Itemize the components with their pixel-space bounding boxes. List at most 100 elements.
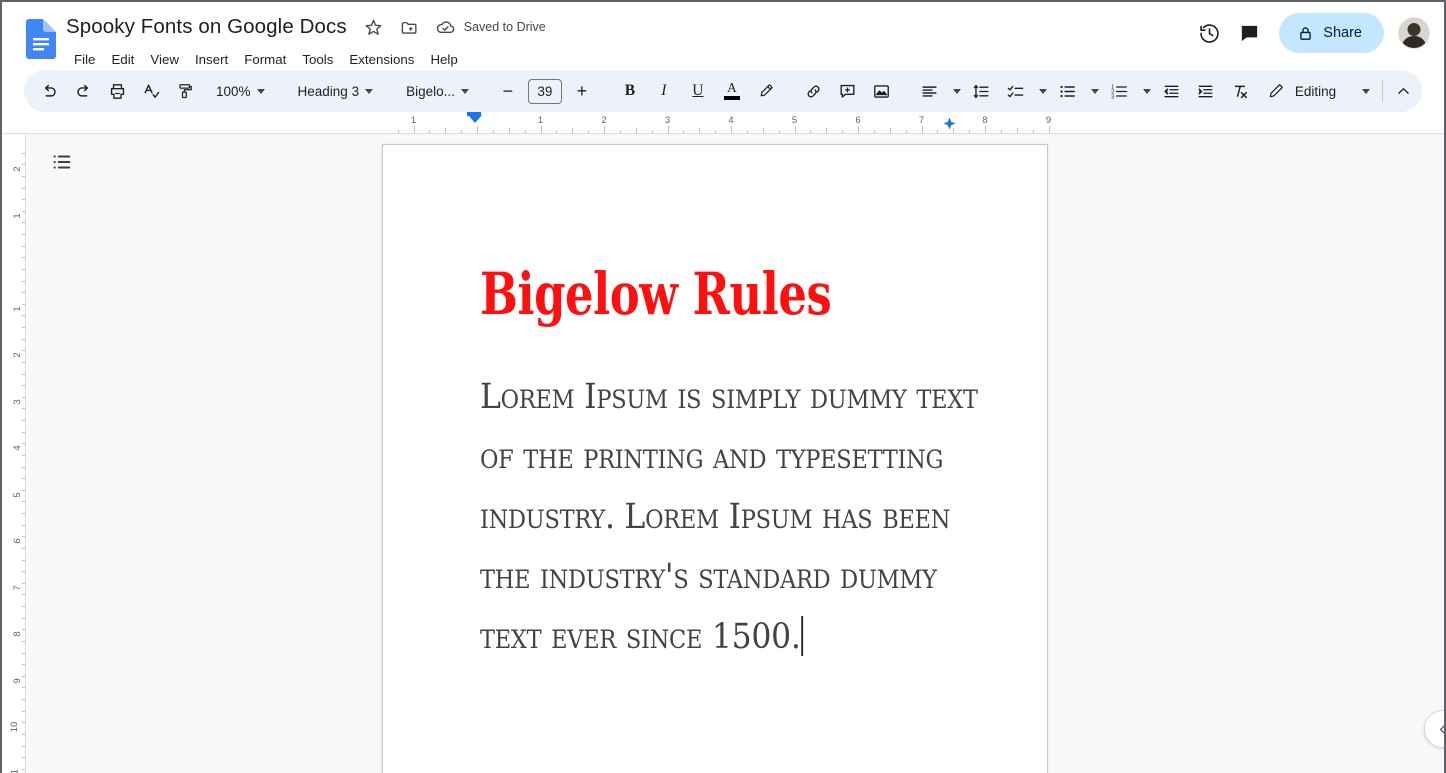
version-history-icon[interactable] xyxy=(1189,13,1229,53)
ruler-number: 4 xyxy=(728,115,734,126)
editing-mode-selector[interactable]: Editing xyxy=(1257,76,1422,106)
underline-button[interactable]: U xyxy=(683,76,713,106)
ruler-tick xyxy=(731,126,732,133)
star-icon[interactable] xyxy=(363,16,385,38)
body-paragraph-text: Lorem Ipsum is simply dummy text of the … xyxy=(480,377,978,657)
move-to-folder-icon[interactable] xyxy=(399,16,421,38)
avatar[interactable] xyxy=(1398,17,1430,49)
menu-item-edit[interactable]: Edit xyxy=(103,50,142,69)
menu-item-tools[interactable]: Tools xyxy=(294,50,341,69)
chevron-down-icon[interactable] xyxy=(1038,88,1047,94)
vertical-ruler-number: 9 xyxy=(11,677,23,684)
ruler-tick xyxy=(921,126,923,133)
document-canvas: Bigelow Rules Lorem Ipsum is simply dumm… xyxy=(26,134,1444,773)
ruler-number: 9 xyxy=(1045,115,1052,126)
ruler-tick xyxy=(985,126,986,133)
expand-side-panel-button[interactable] xyxy=(1424,710,1444,748)
vertical-ruler-number: 10 xyxy=(9,721,21,733)
ruler-tick xyxy=(858,126,859,133)
vertical-ruler-number: 3 xyxy=(11,398,23,405)
chevron-down-icon[interactable] xyxy=(1090,88,1099,94)
insert-image-icon[interactable] xyxy=(867,76,897,106)
vertical-ruler-number: 1 xyxy=(11,305,23,312)
left-indent-marker[interactable] xyxy=(468,115,482,123)
redo-icon[interactable] xyxy=(68,76,98,106)
add-comment-icon[interactable] xyxy=(833,76,863,106)
vertical-ruler-number: 6 xyxy=(11,538,23,544)
print-icon[interactable] xyxy=(102,76,132,106)
document-page[interactable]: Bigelow Rules Lorem Ipsum is simply dumm… xyxy=(382,144,1048,773)
ruler-tick xyxy=(540,126,542,133)
top-right-actions: Share xyxy=(1189,13,1430,53)
share-button[interactable]: Share xyxy=(1279,13,1384,53)
align-left-icon[interactable] xyxy=(915,76,945,106)
google-docs-window: Spooky Fonts on Google Docs Saved to Dri… xyxy=(0,0,1446,773)
vertical-ruler[interactable]: 211234567891011 xyxy=(2,134,26,773)
paragraph-style-selector[interactable]: Heading 3 xyxy=(287,76,382,106)
page-title: Bigelow Rules xyxy=(480,260,832,328)
ruler-number: 1 xyxy=(410,115,417,126)
menu-item-format[interactable]: Format xyxy=(236,50,294,69)
paint-format-icon[interactable] xyxy=(170,76,200,106)
font-size-input[interactable] xyxy=(527,78,562,104)
tab-stop-marker[interactable] xyxy=(943,117,956,130)
ruler-number: 2 xyxy=(601,115,607,126)
horizontal-ruler[interactable]: 1 1 2 3 4 5 6 7 8 9 xyxy=(2,112,1444,134)
text-cursor xyxy=(801,616,804,656)
numbered-list-icon[interactable]: 1 2 3 xyxy=(1105,76,1135,106)
ruler-tick xyxy=(413,126,415,133)
bold-button[interactable]: B xyxy=(615,76,645,106)
italic-button[interactable]: I xyxy=(649,76,679,106)
checklist-icon[interactable] xyxy=(1001,76,1031,106)
avatar-body xyxy=(1401,36,1427,48)
increase-indent-icon[interactable] xyxy=(1191,76,1221,106)
page-content[interactable]: Bigelow Rules Lorem Ipsum is simply dumm… xyxy=(480,265,987,667)
font-family-value: Bigelo... xyxy=(406,83,455,99)
line-spacing-icon[interactable] xyxy=(967,76,997,106)
menu-item-insert[interactable]: Insert xyxy=(187,50,236,69)
toolbar-divider xyxy=(1382,80,1384,102)
avatar-head xyxy=(1407,23,1421,36)
ruler-number: 7 xyxy=(918,115,925,126)
chevron-down-icon[interactable] xyxy=(952,88,961,94)
menu-item-extensions[interactable]: Extensions xyxy=(341,50,422,69)
zoom-value: 100% xyxy=(216,83,251,99)
chevron-down-icon xyxy=(365,88,374,94)
vertical-ruler-number: 8 xyxy=(11,631,23,637)
insert-link-icon[interactable] xyxy=(799,76,829,106)
clear-formatting-icon[interactable] xyxy=(1225,76,1255,106)
formatting-toolbar: 100% Heading 3 Bigelo... − + B I U A xyxy=(24,70,1422,112)
document-title[interactable]: Spooky Fonts on Google Docs xyxy=(64,15,349,39)
increase-font-size-button[interactable]: + xyxy=(567,76,597,106)
vertical-ruler-number: 2 xyxy=(11,166,23,172)
spelling-check-icon[interactable] xyxy=(136,76,166,106)
body-paragraph: Lorem Ipsum is simply dummy text of the … xyxy=(480,367,986,667)
cloud-saved-icon[interactable] xyxy=(435,16,457,38)
ruler-number: 5 xyxy=(791,115,798,126)
document-outline-icon[interactable] xyxy=(44,144,80,180)
ruler-tick xyxy=(667,126,669,133)
chevron-down-icon[interactable] xyxy=(1142,88,1151,94)
menu-item-help[interactable]: Help xyxy=(422,50,465,69)
comment-history-icon[interactable] xyxy=(1229,13,1269,53)
chevron-up-icon[interactable] xyxy=(1391,83,1416,100)
text-color-button[interactable]: A xyxy=(717,76,747,106)
decrease-font-size-button[interactable]: − xyxy=(493,76,523,106)
ruler-number: 6 xyxy=(855,115,861,126)
ruler-number: 1 xyxy=(537,115,544,126)
bulleted-list-icon[interactable] xyxy=(1053,76,1083,106)
share-label: Share xyxy=(1323,25,1362,41)
editing-mode-label: Editing xyxy=(1294,83,1337,99)
highlight-pen-icon[interactable] xyxy=(751,76,781,106)
menu-item-view[interactable]: View xyxy=(142,50,187,69)
decrease-indent-icon[interactable] xyxy=(1157,76,1187,106)
vertical-ruler-number: 2 xyxy=(11,352,23,358)
undo-icon[interactable] xyxy=(34,76,64,106)
ruler-number: 3 xyxy=(664,115,671,126)
google-docs-logo[interactable] xyxy=(24,19,56,59)
zoom-selector[interactable]: 100% xyxy=(206,76,273,106)
chevron-down-icon xyxy=(1362,88,1371,94)
menu-item-file[interactable]: File xyxy=(66,50,103,69)
vertical-ruler-number: 4 xyxy=(11,445,23,451)
font-family-selector[interactable]: Bigelo... xyxy=(395,76,477,106)
